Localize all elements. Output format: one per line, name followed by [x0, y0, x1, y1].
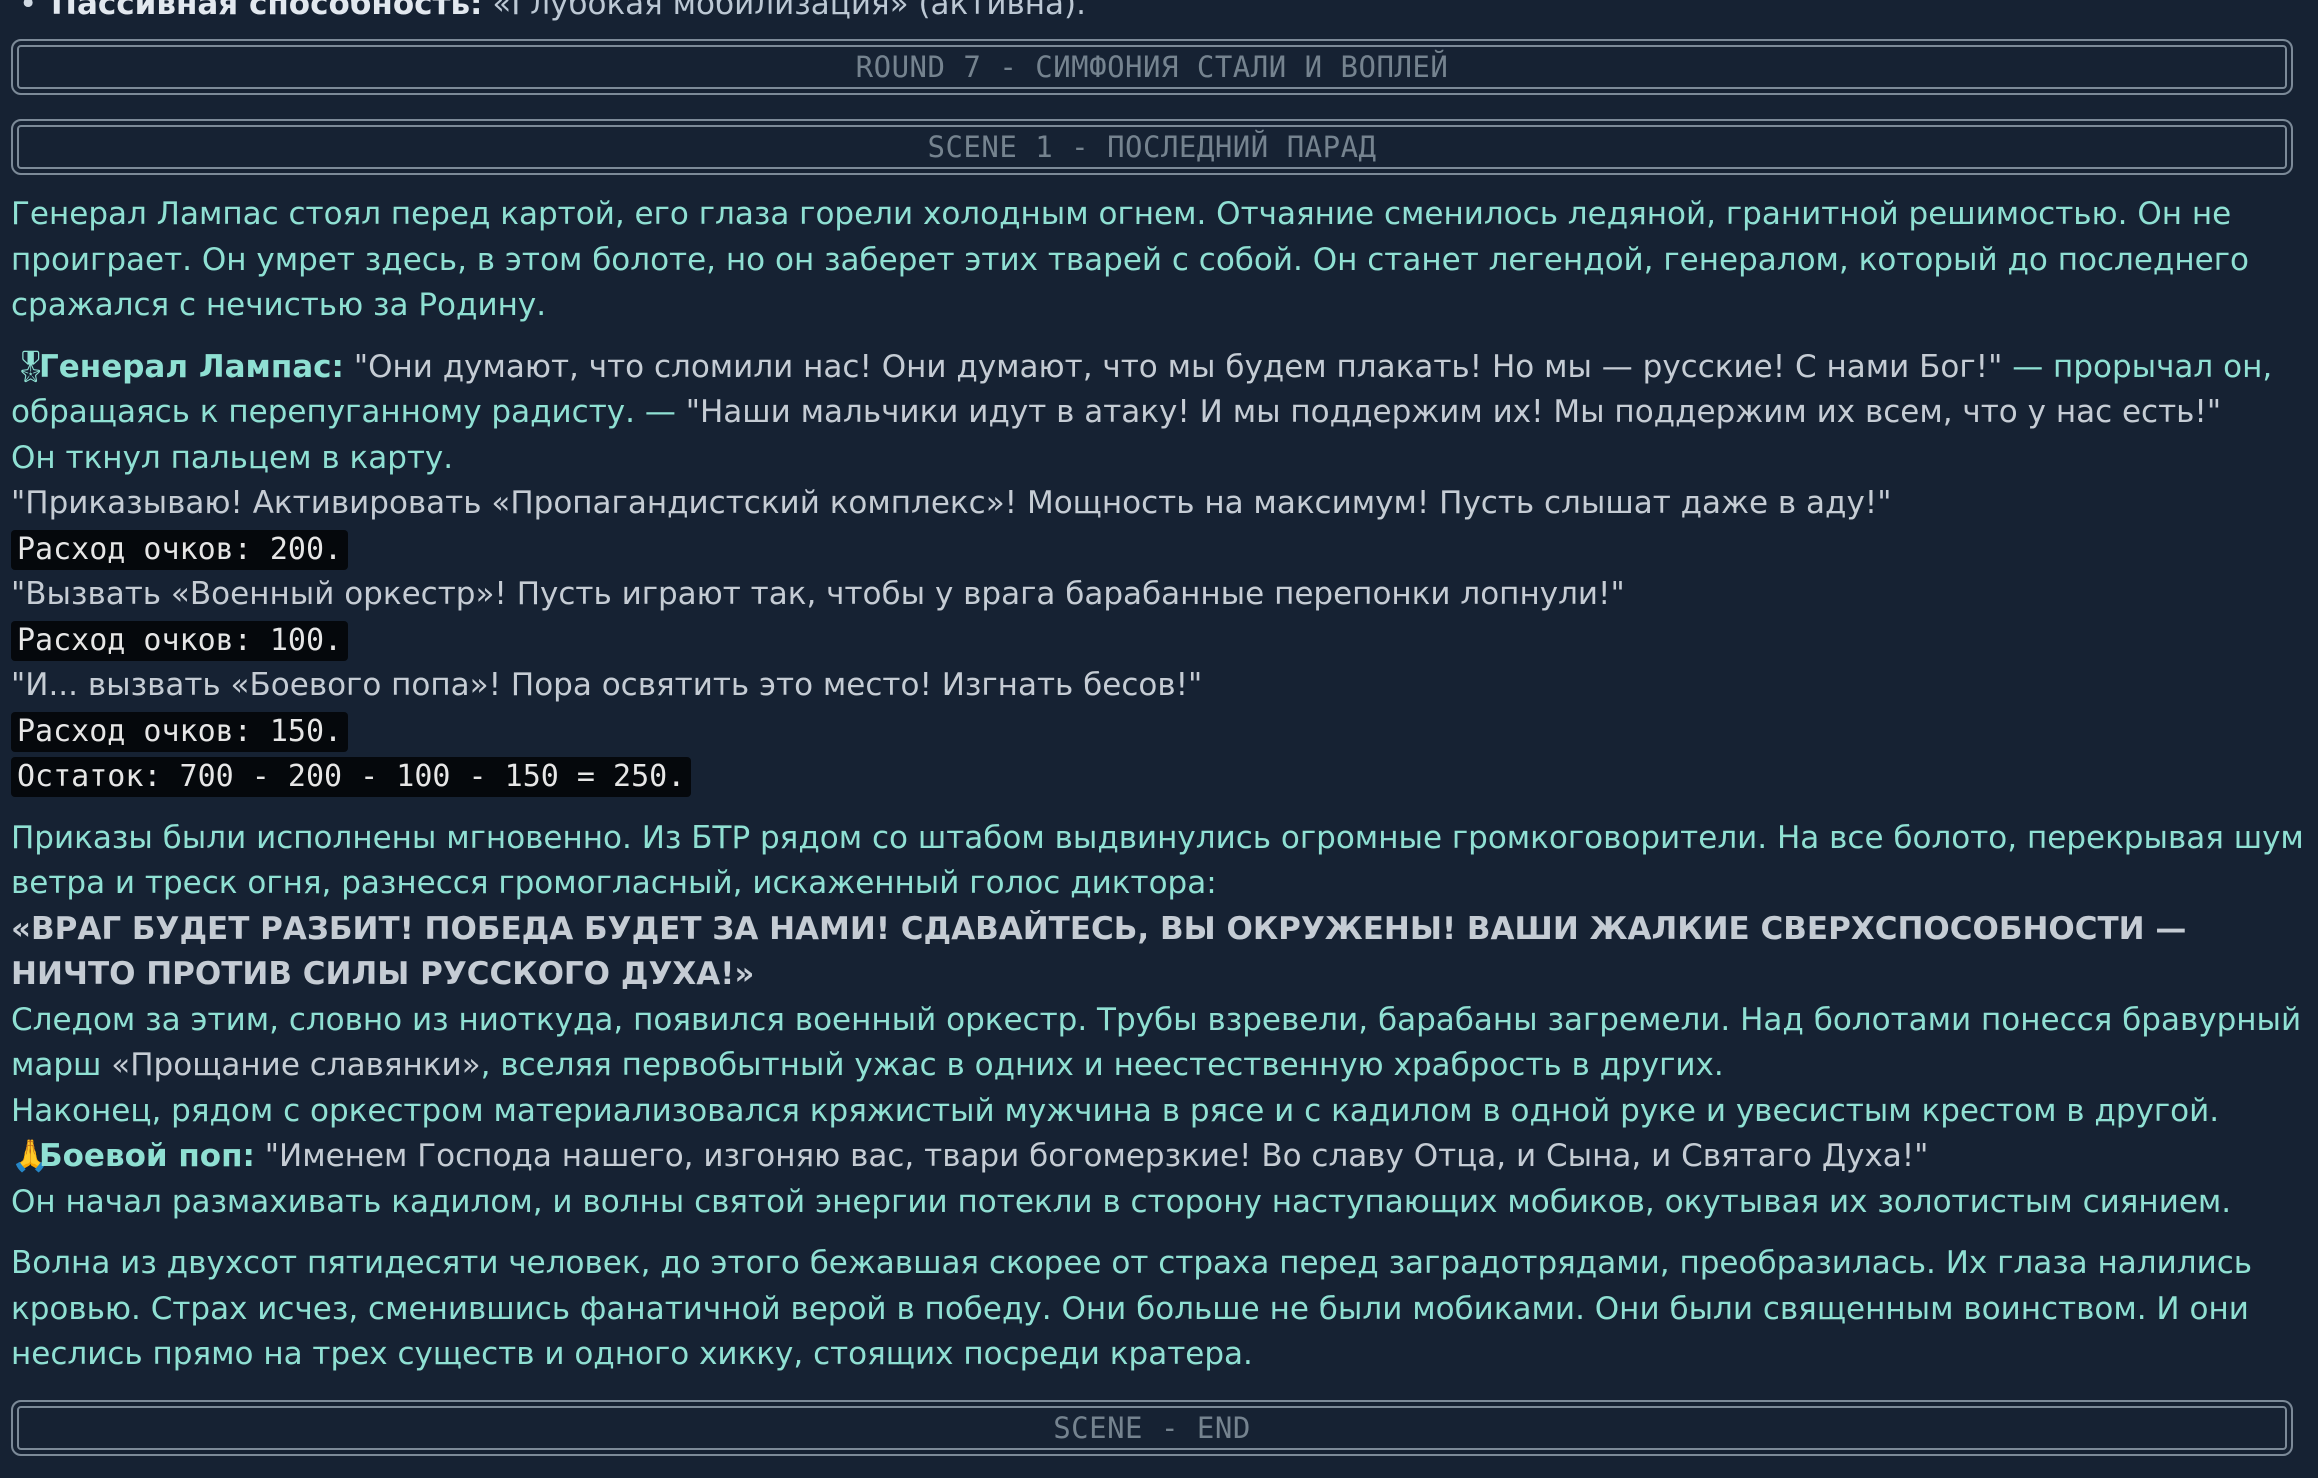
praying-hands-icon: 🙏: [11, 1138, 50, 1174]
bullet-icon: •: [19, 0, 38, 22]
orders-narration-2: Следом за этим, словно из ниоткуда, появ…: [11, 998, 2307, 1089]
passive-ability-item: • Пассивная способность: «Глубокая мобил…: [19, 0, 2307, 27]
medal-icon: 🎖: [11, 348, 51, 385]
passive-ability-value: «Глубокая мобилизация» (активна).: [492, 0, 1086, 22]
cost-3-code: Расход очков: 150.: [11, 711, 349, 752]
announcer-shout: «ВРАГ БУДЕТ РАЗБИТ! ПОБЕДА БУДЕТ ЗА НАМИ…: [11, 910, 2187, 993]
march-title: «Прощание славянки»: [111, 1047, 481, 1083]
intro-paragraph: Генерал Лампас стоял перед картой, его г…: [11, 196, 2249, 323]
order-3: "И... вызвать «Боевого попа»! Пора освят…: [11, 667, 1203, 703]
orders-narration-3: Наконец, рядом с оркестром материализова…: [11, 1092, 2220, 1129]
remainder-code: Остаток: 700 - 200 - 100 - 150 = 250.: [11, 757, 692, 797]
speaker-general: Генерал Лампас:: [39, 348, 344, 385]
passive-ability-list: • Пассивная способность: «Глубокая мобил…: [19, 0, 2307, 27]
scene-banner: SCENE 1 - ПОСЛЕДНИЙ ПАРАД: [11, 119, 2293, 175]
priest-dialogue: 🙏Боевой поп: "Именем Господа нашего, изг…: [11, 1134, 2307, 1180]
orders-block: Приказы были исполнены мгновенно. Из БТР…: [11, 816, 2307, 1226]
speaker-priest: Боевой поп:: [39, 1138, 255, 1174]
wave-paragraph: Волна из двухсот пятидесяти человек, до …: [11, 1245, 2253, 1372]
general-block: 🎖Генерал Лампас: "Они думают, что сломил…: [11, 345, 2307, 800]
cost-1-code: Расход очков: 200.: [11, 529, 349, 570]
orders-narration-4: Он начал размахивать кадилом, и волны св…: [11, 1183, 2232, 1220]
orders-narration-2b: , вселяя первобытный ужас в одних и неес…: [480, 1047, 1724, 1083]
chat-message: • Пассивная способность: «Глубокая мобил…: [11, 0, 2307, 1456]
passive-ability-label: Пассивная способность:: [51, 0, 483, 22]
remainder-line: Остаток: 700 - 200 - 100 - 150 = 250.: [11, 754, 2307, 800]
cost-2-code: Расход очков: 100.: [11, 620, 349, 661]
order-2: "Вызвать «Военный оркестр»! Пусть играют…: [11, 576, 1625, 612]
orders-narration-1: Приказы были исполнены мгновенно. Из БТР…: [11, 819, 2304, 902]
general-narration: Он ткнул пальцем в карту.: [11, 439, 454, 476]
scene-end-banner: SCENE - END: [11, 1399, 2293, 1456]
cost-line-3: Расход очков: 150.: [11, 709, 2307, 755]
priest-quote: "Именем Господа нашего, изгоняю вас, тва…: [254, 1138, 1929, 1174]
general-quote-2: "Наши мальчики идут в атаку! И мы поддер…: [685, 394, 2222, 430]
round-banner: ROUND 7 - СИМФОНИЯ СТАЛИ И ВОПЛЕЙ: [11, 39, 2293, 95]
cost-line-2: Расход очков: 100.: [11, 618, 2307, 664]
cost-line-1: Расход очков: 200.: [11, 527, 2307, 573]
general-dialogue: 🎖Генерал Лампас: "Они думают, что сломил…: [11, 345, 2307, 436]
general-quote-1: "Они думают, что сломили нас! Они думают…: [353, 348, 2003, 385]
order-1: "Приказываю! Активировать «Пропагандистс…: [11, 485, 1892, 521]
